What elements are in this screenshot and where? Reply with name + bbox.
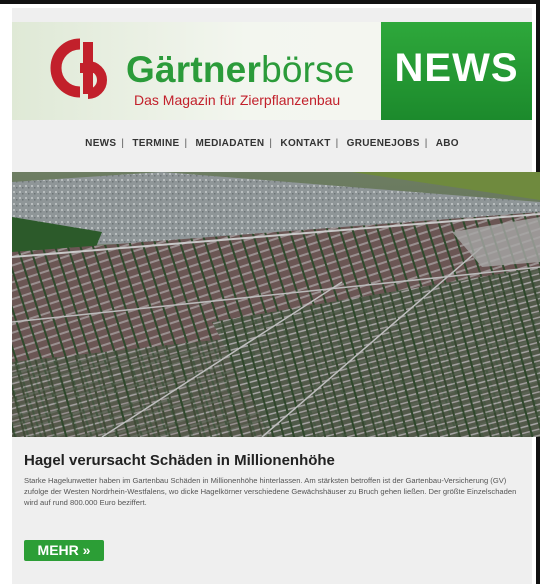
nav-separator: | xyxy=(184,138,188,149)
article-headline[interactable]: Hagel verursacht Schäden in Millionenhöh… xyxy=(24,452,335,469)
article-teaser: Starke Hagelunwetter haben im Gartenbau … xyxy=(24,476,517,507)
brand-name[interactable]: Gärtnerbörse xyxy=(126,50,355,90)
gb-logo-icon xyxy=(50,38,107,99)
article-image[interactable] xyxy=(12,172,540,437)
nav-separator: | xyxy=(269,138,273,149)
news-banner-label: NEWS xyxy=(394,46,519,90)
nav-item-news[interactable]: NEWS xyxy=(82,138,119,149)
top-navigation: NEWS | TERMINE | MEDIADATEN | KONTAKT | GRUE… xyxy=(12,138,532,149)
nav-item-mediadaten[interactable]: MEDIADATEN xyxy=(192,138,267,149)
brand-tagline: Das Magazin für Zierpflanzenbau xyxy=(134,92,341,108)
nav-item-termine[interactable]: TERMINE xyxy=(129,138,182,149)
nav-item-gruenejobs[interactable]: GRUENEJOBS xyxy=(344,138,423,149)
brand-name-light: börse xyxy=(261,49,355,90)
nav-item-abo[interactable]: ABO xyxy=(433,138,462,149)
brand-name-bold: Gärtner xyxy=(126,49,262,90)
more-button[interactable]: MEHR » xyxy=(24,540,104,561)
nav-separator: | xyxy=(424,138,428,149)
newsletter-header: Gärtnerbörse Das Magazin für Zierpflanze… xyxy=(12,22,532,120)
news-banner[interactable]: NEWS xyxy=(381,22,532,120)
nav-item-kontakt[interactable]: KONTAKT xyxy=(277,138,333,149)
email-frame: Gärtnerbörse Das Magazin für Zierpflanze… xyxy=(0,0,540,584)
nav-separator: | xyxy=(121,138,125,149)
top-border xyxy=(0,0,540,4)
nav-separator: | xyxy=(335,138,339,149)
